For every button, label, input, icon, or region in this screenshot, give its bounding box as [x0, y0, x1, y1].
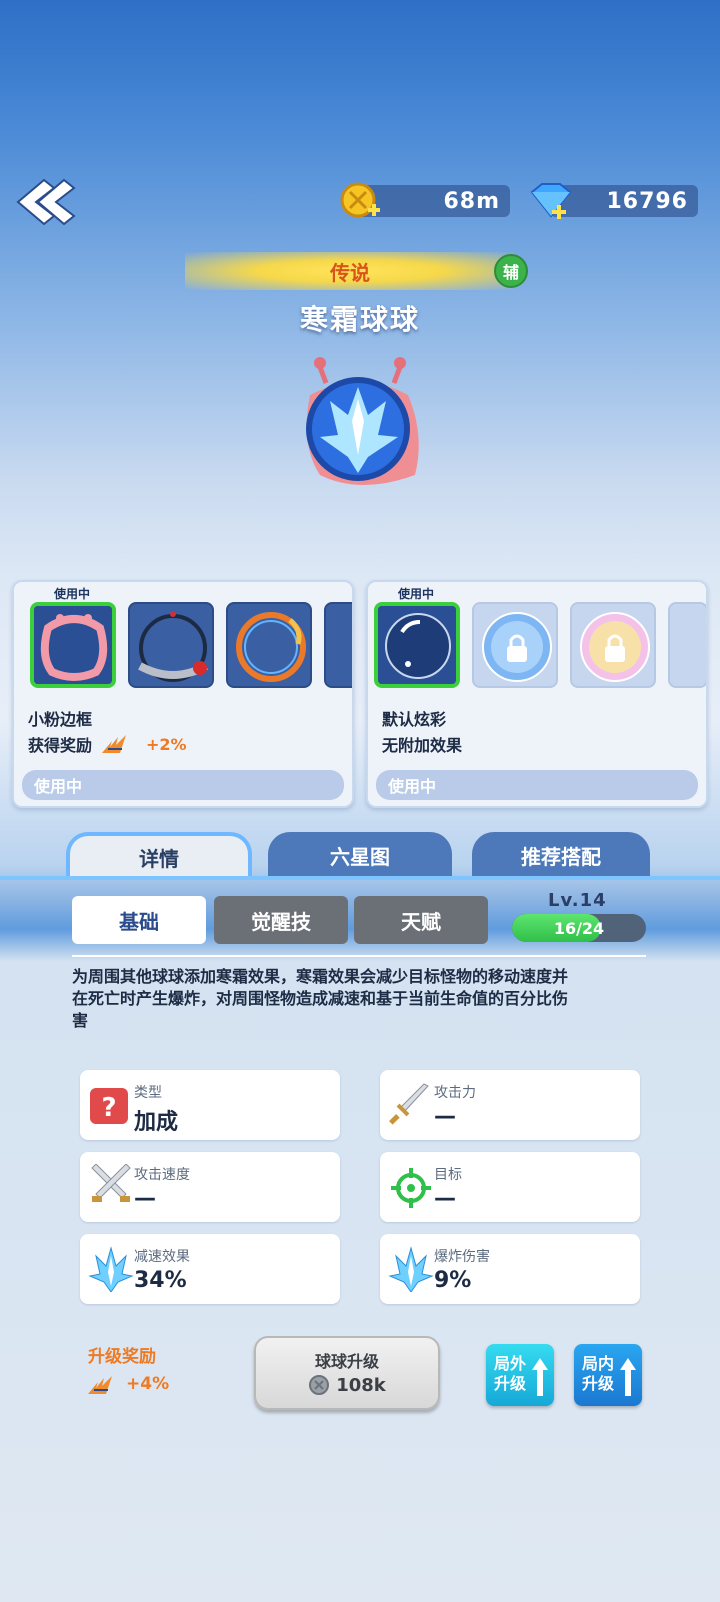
frost-ball-image [306, 357, 419, 485]
question-icon: ? [90, 1088, 128, 1124]
in-use-tag: 使用中 [398, 587, 435, 601]
stat-card-attack: 攻击力 — [380, 1070, 640, 1140]
target-icon [391, 1168, 431, 1208]
arrow-up-icon [620, 1358, 636, 1396]
rarity-banner: 传说 [185, 252, 515, 290]
stat-label: 减速效果 [134, 1249, 190, 1265]
arrow-up-icon [532, 1358, 548, 1396]
stat-value: 34% [134, 1268, 187, 1293]
attack-boost-icon [88, 1376, 112, 1394]
upgrade-reward-value: +4% [126, 1374, 170, 1394]
crossed-swords-icon [91, 1164, 131, 1202]
stat-label: 类型 [134, 1085, 162, 1101]
subtab-awakening[interactable]: 觉醒技 [214, 896, 348, 944]
frame-slot-partial[interactable] [324, 602, 352, 688]
ingame-upgrade-button[interactable]: 局内 升级 [574, 1344, 642, 1406]
frame-use-status[interactable]: 使用中 [22, 770, 344, 800]
section-divider [72, 955, 646, 957]
effect-slot-locked-pink[interactable] [570, 602, 656, 688]
upgrade-button-label: 球球升级 [314, 1352, 379, 1371]
outgame-upgrade-button[interactable]: 局外 升级 [486, 1344, 554, 1406]
level-progress-text: 16/24 [553, 918, 605, 938]
stat-label: 攻击力 [434, 1085, 476, 1101]
subtab-basic[interactable]: 基础 [72, 896, 206, 944]
stat-card-slow: 减速效果 34% [80, 1234, 340, 1304]
tab-recommended[interactable]: 推荐搭配 [472, 832, 650, 878]
stat-value: 9% [434, 1268, 472, 1293]
attack-boost-icon [102, 735, 127, 753]
svg-text:?: ? [101, 1093, 116, 1123]
stat-card-target: 目标 — [380, 1152, 640, 1222]
default-bubble-icon [378, 606, 456, 684]
effect-slot-partial[interactable] [668, 602, 706, 688]
frame-slot-pink[interactable] [30, 602, 116, 688]
reward-value: +2% [146, 734, 187, 754]
locked-blue-bubble-icon [482, 612, 552, 682]
stat-card-attack-speed: 攻击速度 — [80, 1152, 340, 1222]
back-button[interactable] [14, 176, 78, 228]
effect-skin-panel: 使用中 默认炫彩 无附加效果 使用中 [366, 580, 708, 808]
upgrade-reward-title: 升级奖励 [88, 1347, 156, 1367]
stat-label: 目标 [434, 1167, 462, 1183]
reward-label: 获得奖励 [28, 736, 93, 755]
stat-card-type: ? 类型 加成 [80, 1070, 340, 1140]
tab-hexagram[interactable]: 六星图 [268, 832, 452, 878]
ball-upgrade-button[interactable]: 球球升级 108k [254, 1336, 440, 1410]
gold-coin-add-icon[interactable] [338, 180, 384, 226]
frame-skin-panel: 使用中 小粉边框 获得奖励 +2% 使用中 [12, 580, 354, 808]
skill-description: 为周围其他球球添加寒霜效果，寒霜效果会减少目标怪物的移动速度并在死亡时产生爆炸，… [72, 967, 569, 1030]
locked-rainbow-bubble-icon [580, 612, 650, 682]
upgrade-cost: 108k [256, 1374, 438, 1396]
silver-coin-icon [309, 1375, 330, 1395]
double-chevron-left-icon [16, 178, 76, 226]
stat-value: — [434, 1104, 456, 1129]
stat-label: 爆炸伤害 [434, 1249, 490, 1265]
subtab-talent[interactable]: 天赋 [354, 896, 488, 944]
upgrade-reward-row: +4% [86, 1372, 169, 1396]
effect-slot-default[interactable] [374, 602, 460, 688]
frame-skin-name: 小粉边框 [28, 710, 93, 729]
diamond-add-icon[interactable] [524, 180, 574, 226]
upgrade-cost-value: 108k [336, 1374, 386, 1396]
rarity-label: 传说 [330, 260, 370, 285]
stat-value: — [434, 1186, 456, 1211]
ice-crystal-icon [88, 1246, 134, 1292]
level-label: Lv.14 [548, 890, 607, 911]
effect-use-status[interactable]: 使用中 [376, 770, 698, 800]
effect-skin-desc: 无附加效果 [382, 736, 463, 755]
stat-value: 加成 [134, 1110, 179, 1135]
steel-frame-icon [138, 611, 208, 682]
frame-slot-orange[interactable] [226, 602, 312, 688]
effect-skin-name: 默认炫彩 [382, 710, 447, 729]
stat-card-explosion: 爆炸伤害 9% [380, 1234, 640, 1304]
tab-divider [0, 876, 720, 880]
role-badge: 辅 [494, 254, 528, 288]
frame-skin-reward: 获得奖励 +2% [28, 732, 187, 756]
tab-detail[interactable]: 详情 [66, 832, 252, 878]
effect-slot-locked-blue[interactable] [472, 602, 558, 688]
pink-frame-icon [34, 606, 112, 684]
sword-icon [389, 1083, 429, 1125]
stat-label: 攻击速度 [134, 1167, 190, 1183]
frame-slot-steel[interactable] [128, 602, 214, 688]
level-progress-bar: 16/24 [512, 914, 646, 942]
stat-value: — [134, 1186, 156, 1211]
in-use-tag: 使用中 [54, 587, 91, 601]
ice-crystal-icon [388, 1246, 434, 1292]
ball-name: 寒霜球球 [299, 303, 420, 336]
orange-ring-frame-icon [236, 612, 306, 682]
